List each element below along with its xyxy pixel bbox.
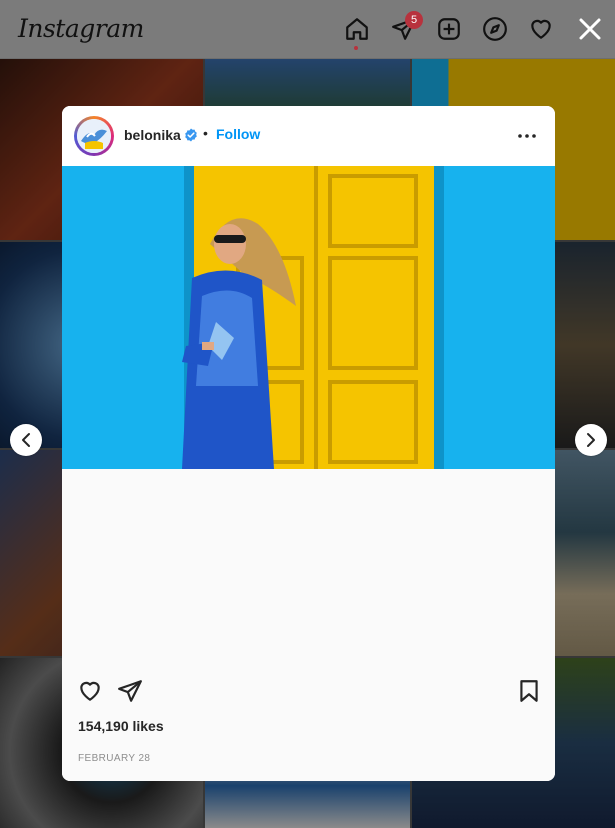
next-post-button[interactable] xyxy=(575,424,607,456)
home-active-indicator xyxy=(354,46,358,50)
share-icon[interactable] xyxy=(117,678,143,704)
header-separator: • xyxy=(203,125,208,141)
post-date: FEBRUARY 28 xyxy=(78,753,151,764)
post-header: belonika • Follow xyxy=(62,106,555,166)
new-post-icon[interactable] xyxy=(436,16,462,42)
more-options-icon[interactable] xyxy=(516,126,538,146)
post-modal: belonika • Follow 154,190 likes FEBRUARY… xyxy=(62,106,555,781)
save-bookmark-icon[interactable] xyxy=(516,678,542,704)
follow-button[interactable]: Follow xyxy=(216,126,260,142)
notification-badge: 5 xyxy=(405,11,423,29)
post-actions: 154,190 likes FEBRUARY 28 xyxy=(62,666,555,781)
top-navigation-bar: Instagram 5 xyxy=(0,0,615,59)
post-image[interactable] xyxy=(62,166,555,469)
like-heart-icon[interactable] xyxy=(77,678,103,704)
home-icon[interactable] xyxy=(344,16,370,42)
avatar[interactable] xyxy=(74,116,114,156)
likes-count[interactable]: 154,190 likes xyxy=(78,718,164,734)
instagram-logo[interactable]: Instagram xyxy=(18,14,144,43)
previous-post-button[interactable] xyxy=(10,424,42,456)
explore-icon[interactable] xyxy=(482,16,508,42)
verified-badge-icon xyxy=(184,128,198,142)
activity-heart-icon[interactable] xyxy=(528,16,554,42)
close-icon[interactable] xyxy=(575,14,605,44)
post-username[interactable]: belonika xyxy=(124,127,181,143)
avatar-image xyxy=(77,119,111,153)
